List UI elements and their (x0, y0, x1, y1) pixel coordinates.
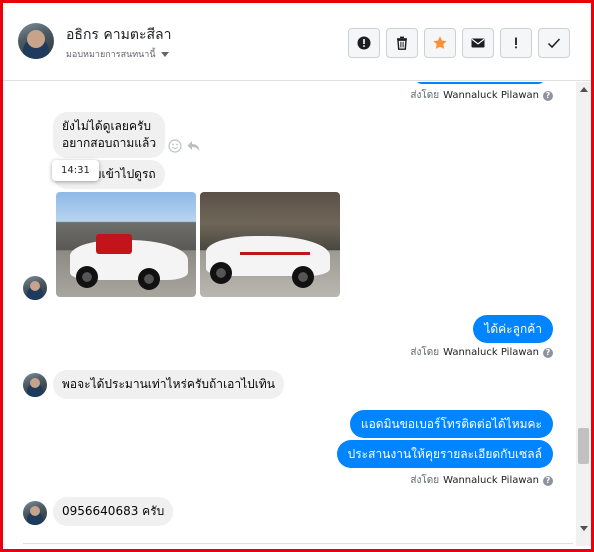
delete-button[interactable] (386, 28, 418, 58)
message-thread[interactable]: ส่งโดย Wannaluck Pilawan ? ยังไม่ได้ดูเล… (3, 82, 577, 549)
composer-divider (23, 543, 573, 544)
info-icon[interactable]: ? (543, 347, 553, 358)
photo-attachment[interactable] (56, 192, 196, 297)
react-smiley-icon[interactable] (168, 139, 182, 153)
scrollbar-thumb[interactable] (578, 428, 589, 464)
reply-icon[interactable] (186, 139, 201, 153)
message-bubble-incoming: ยังไม่ได้ดูเลยครับ อยากสอบถามแล้ว (53, 112, 166, 158)
mark-spam-button[interactable] (500, 28, 532, 58)
timestamp-tooltip: 14:31 (52, 160, 99, 181)
message-bubble-outgoing: ประสานงานให้คุยรายละเอียดกับเซลล์ (336, 440, 553, 468)
info-icon[interactable]: ? (543, 475, 553, 486)
star-icon (433, 36, 447, 49)
message-bubble-incoming: พอจะได้ประมานเท่าไหร่ครับถ้าเอาไปเทิน (53, 370, 284, 399)
assign-label: มอบหมายการสนทนานี้ (66, 50, 156, 60)
alert-button[interactable] (348, 28, 380, 58)
alert-circle-icon (357, 36, 371, 50)
sent-by-label: ส่งโดย Wannaluck Pilawan ? (410, 88, 553, 103)
message-bubble-outgoing: แอดมินขอเบอร์โทรติดต่อได้ไหมคะ (349, 410, 553, 438)
checkmark-icon (547, 38, 561, 49)
sent-by-label: ส่งโดย Wannaluck Pilawan ? (410, 345, 553, 360)
contact-name[interactable]: อธิกร คามตะสีลา (66, 24, 171, 46)
message-bubble-outgoing-partial (415, 82, 545, 84)
assign-conversation-dropdown[interactable]: มอบหมายการสนทนานี้ (66, 47, 169, 61)
contact-avatar[interactable] (18, 23, 54, 59)
info-icon[interactable]: ? (543, 90, 553, 101)
trash-icon (397, 36, 407, 50)
email-button[interactable] (462, 28, 494, 58)
contact-avatar-small (23, 501, 47, 525)
contact-avatar-small (23, 373, 47, 397)
sent-by-label: ส่งโดย Wannaluck Pilawan ? (410, 473, 553, 488)
contact-avatar-small (23, 276, 47, 300)
scroll-down-arrow-icon[interactable] (580, 526, 588, 531)
caret-down-icon (160, 51, 169, 57)
exclamation-icon (515, 37, 517, 49)
scroll-up-arrow-icon[interactable] (580, 87, 588, 92)
photo-attachment[interactable] (200, 192, 340, 297)
message-bubble-incoming: 0956640683 ครับ (53, 497, 174, 526)
scrollbar[interactable] (576, 82, 591, 546)
message-bubble-outgoing: ได้ค่ะลูกค้า (473, 315, 553, 343)
star-button[interactable] (424, 28, 456, 58)
mark-done-button[interactable] (538, 28, 570, 58)
header-actions (348, 28, 570, 58)
envelope-icon (471, 38, 485, 48)
conversation-header: อธิกร คามตะสีลา มอบหมายการสนทนานี้ (3, 3, 591, 81)
